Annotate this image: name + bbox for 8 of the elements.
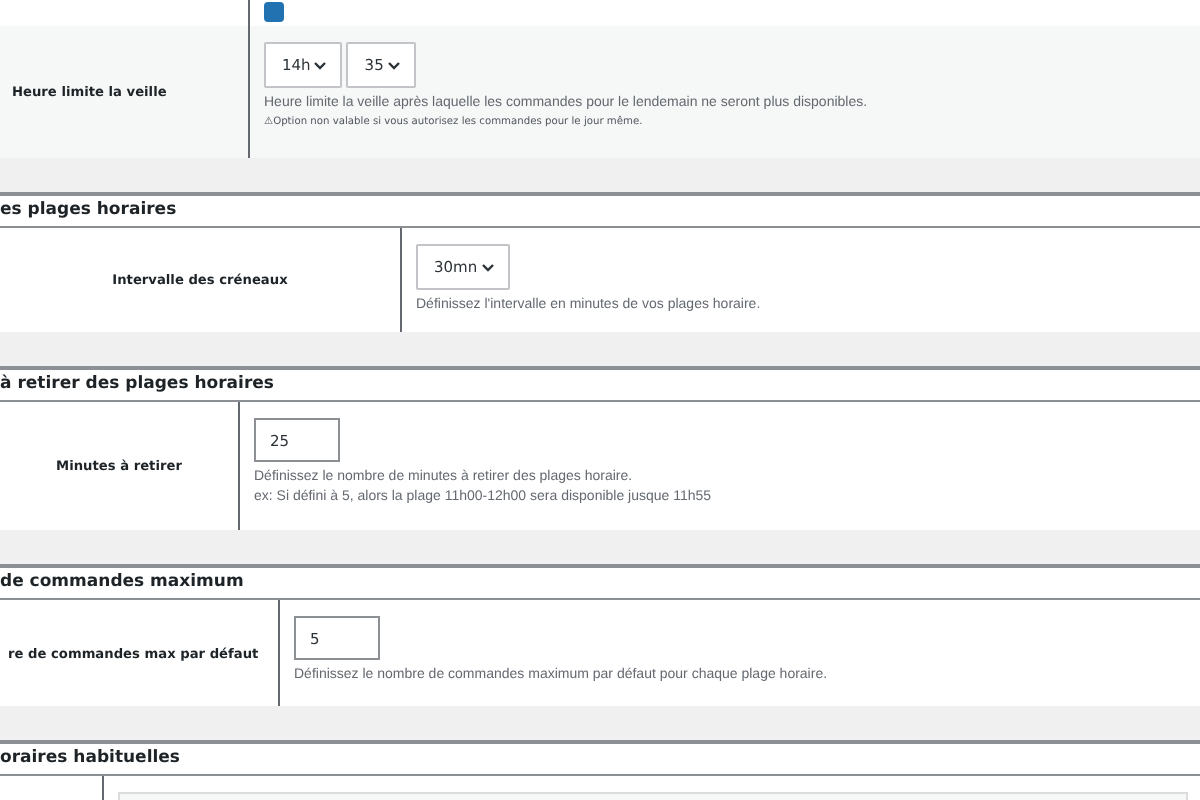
- checkbox[interactable]: [264, 2, 284, 22]
- chevron-down-icon: [387, 61, 400, 69]
- section-title: à retirer des plages horaires: [0, 374, 274, 394]
- section-title: oraires habituelles: [0, 748, 180, 768]
- chevron-down-icon: [314, 61, 327, 69]
- section-title: de commandes maximum: [0, 572, 244, 592]
- section-title: es plages horaires: [0, 200, 177, 220]
- chevron-down-icon: [481, 263, 494, 271]
